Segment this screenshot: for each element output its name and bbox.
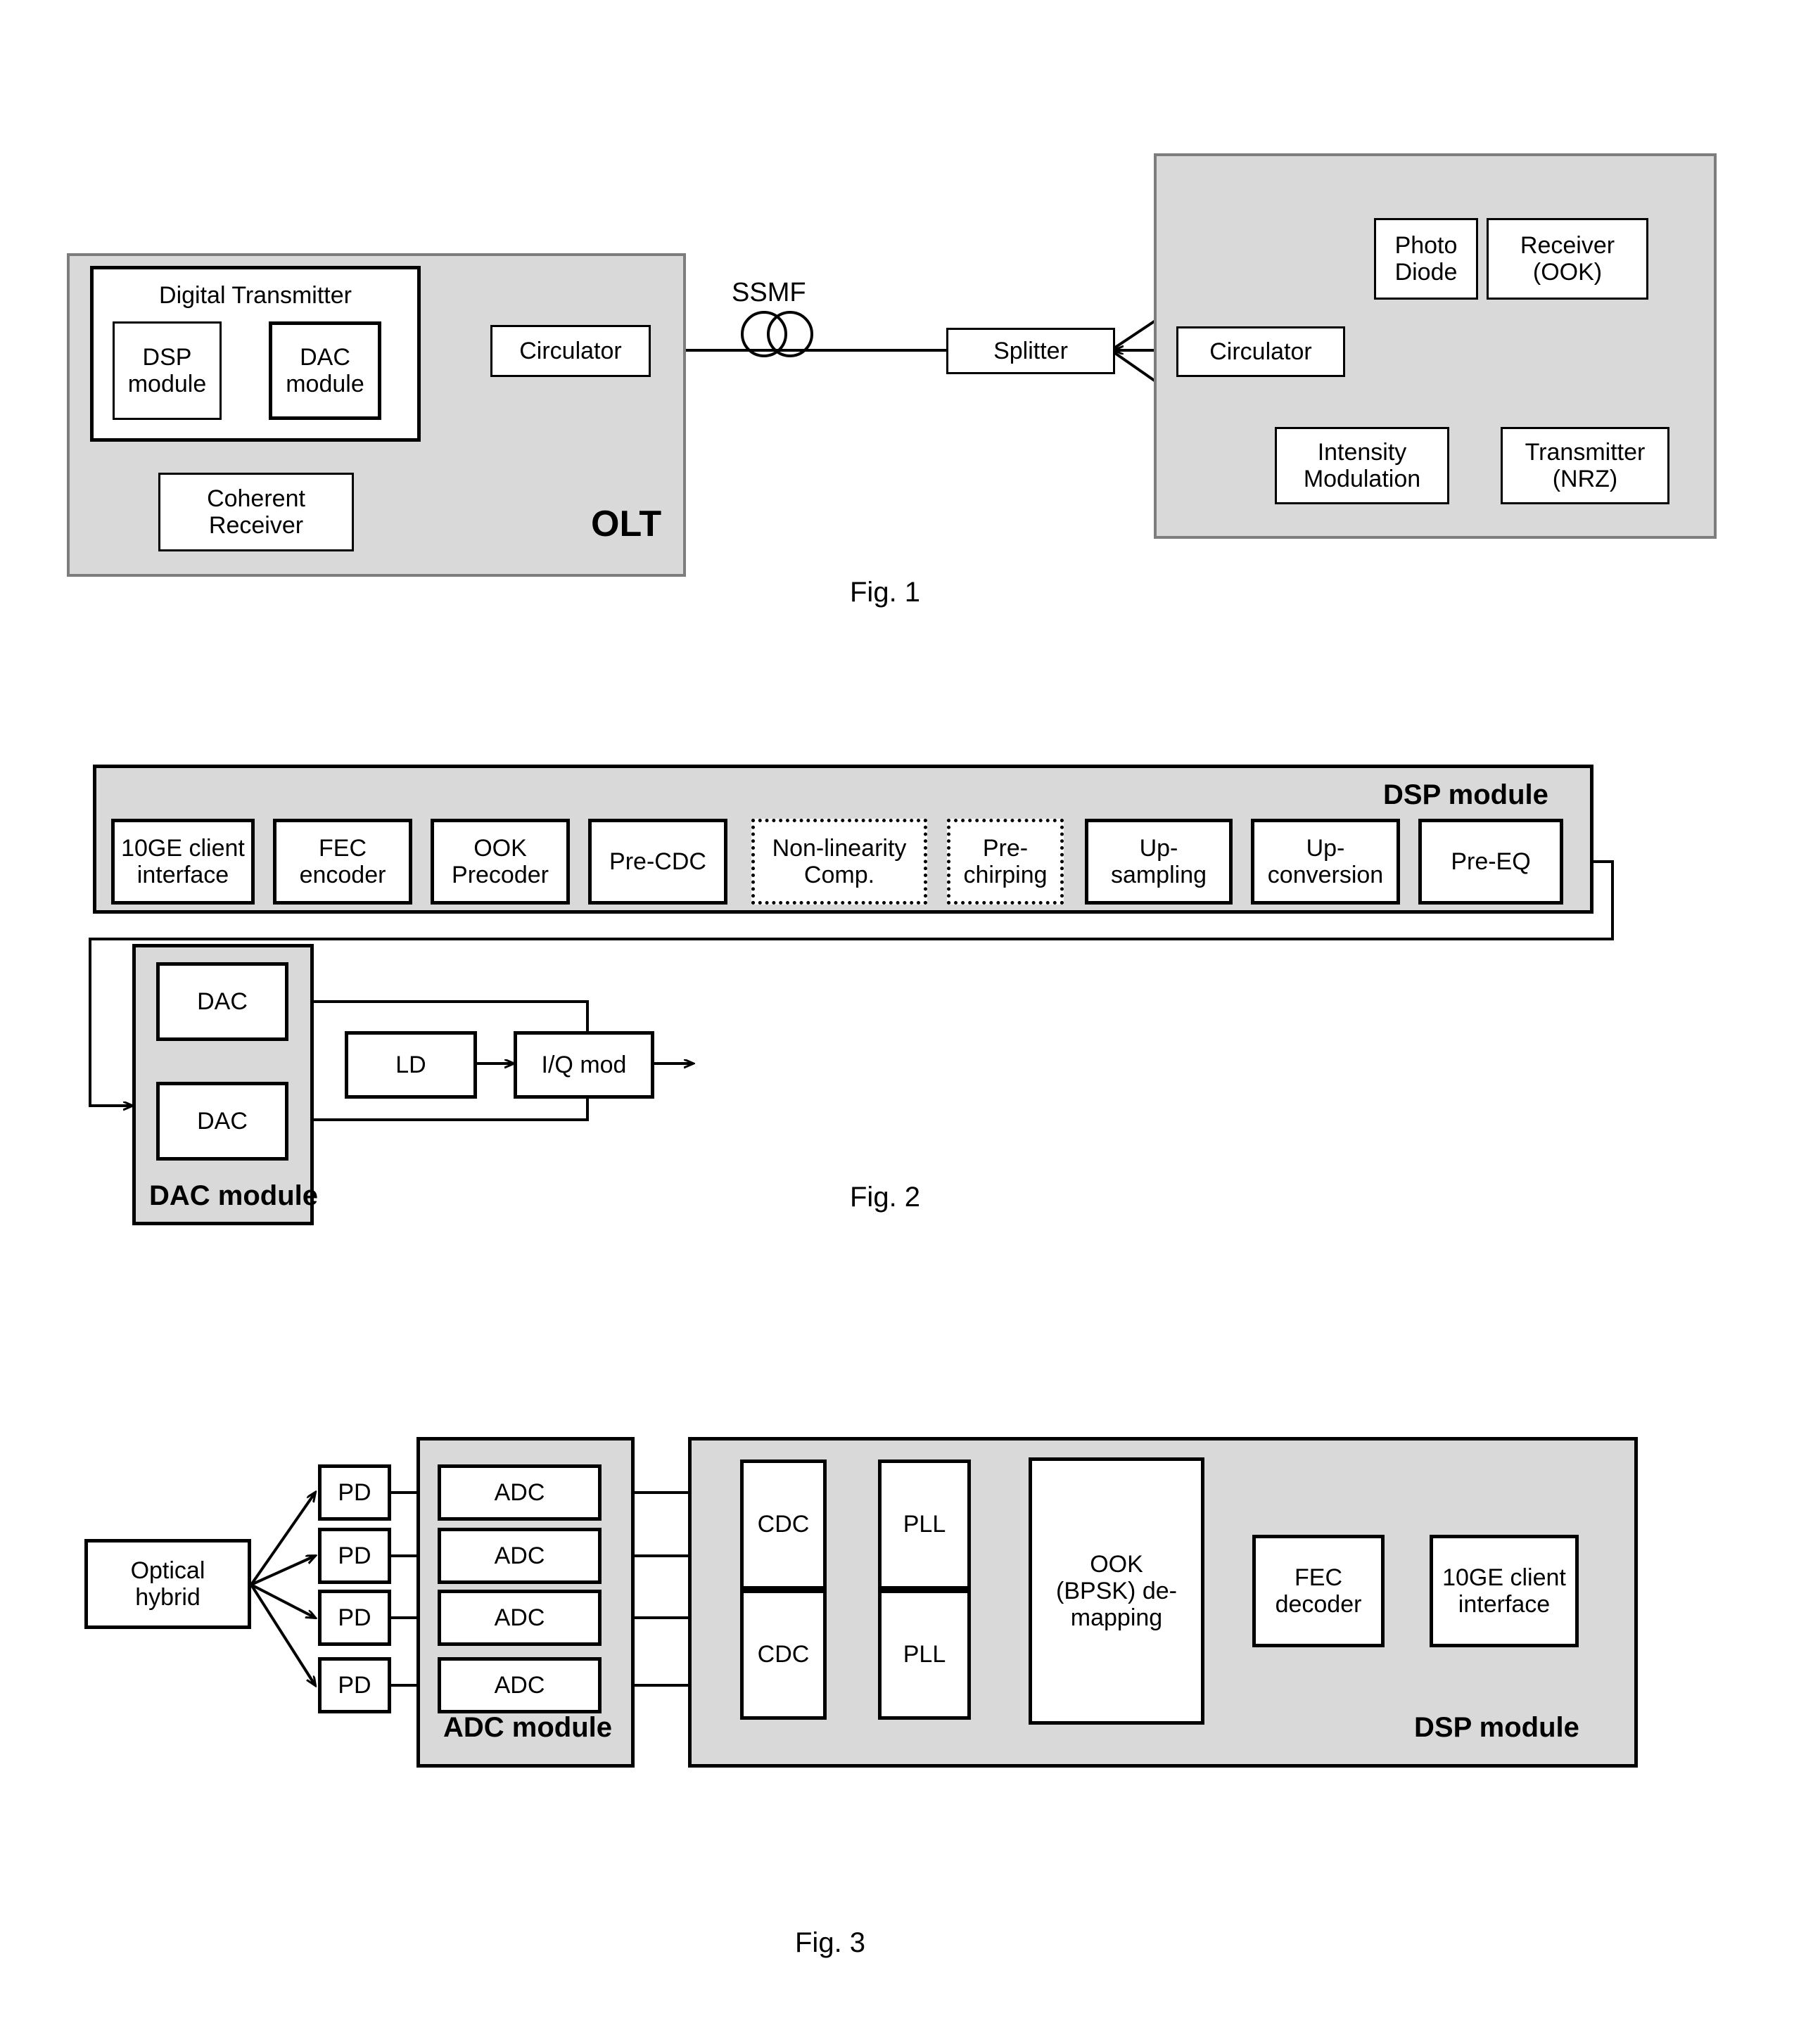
adc-box-1: ADC (438, 1464, 602, 1521)
photo-diode-line1: Photo (1394, 231, 1458, 259)
splitter-box: Splitter (946, 328, 1115, 374)
iq-mod-box: I/Q mod (514, 1031, 654, 1099)
photo-diode-box: Photo Diode (1374, 218, 1478, 300)
client-interface-box: 10GE client interface (1430, 1535, 1579, 1647)
chain-5-line1: Pre- (982, 834, 1029, 862)
client-interface-line2: interface (1458, 1591, 1551, 1618)
olt-label: OLT (591, 504, 662, 544)
chain-box-up-conversion: Up- conversion (1251, 819, 1400, 905)
coherent-receiver-line2: Receiver (208, 512, 304, 539)
chain-box-pre-eq: Pre-EQ (1418, 819, 1563, 905)
dac-module-box: DAC module (269, 321, 381, 420)
coherent-receiver-box: Coherent Receiver (158, 473, 354, 551)
demapping-line3: mapping (1070, 1604, 1163, 1632)
dsp-module-box: DSP module (113, 321, 222, 420)
chain-1-line2: encoder (299, 862, 386, 888)
pd-box-1: PD (318, 1464, 391, 1521)
chain-2-line1: OOK (473, 834, 527, 862)
chain-box-non-linearity-comp: Non-linearity Comp. (751, 819, 927, 905)
chain-box-up-sampling: Up- sampling (1085, 819, 1233, 905)
fig2-dsp-module-label: DSP module (1383, 779, 1548, 810)
receiver-ook-line2: (OOK) (1532, 259, 1603, 286)
dac-bottom-box: DAC (156, 1082, 288, 1161)
transmitter-nrz-line2: (NRZ) (1552, 466, 1618, 492)
fec-decoder-line2: decoder (1275, 1591, 1362, 1618)
chain-box-pre-chirping: Pre- chirping (947, 819, 1064, 905)
fig3-adc-module-label: ADC module (443, 1712, 612, 1743)
dac-top-box: DAC (156, 962, 288, 1041)
intensity-modulation-line2: Modulation (1303, 466, 1421, 492)
adc-box-4: ADC (438, 1657, 602, 1713)
ld-box: LD (345, 1031, 477, 1099)
pll-box-1: PLL (878, 1459, 971, 1590)
chain-0-line1: 10GE client (121, 834, 245, 862)
chain-box-ook-precoder: OOK Precoder (431, 819, 570, 905)
dac-module-line1: DAC (300, 343, 350, 371)
chain-6-line1: Up- (1139, 834, 1178, 862)
demapping-line1: OOK (1090, 1550, 1143, 1578)
chain-0-line2: interface (136, 862, 229, 888)
fig3-dsp-module-label: DSP module (1414, 1712, 1579, 1743)
chain-1-line1: FEC (319, 834, 367, 862)
receiver-ook-box: Receiver (OOK) (1487, 218, 1648, 300)
transmitter-nrz-line1: Transmitter (1525, 438, 1646, 466)
dsp-module-line2: module (127, 371, 207, 397)
fig2-dac-module-label: DAC module (149, 1180, 318, 1211)
digital-transmitter-title: Digital Transmitter (159, 282, 352, 309)
chain-7-line1: Up- (1306, 834, 1345, 862)
optical-hybrid-line2: hybrid (135, 1584, 201, 1611)
photo-diode-line2: Diode (1394, 259, 1458, 286)
chain-5-line2: chirping (963, 862, 1048, 888)
adc-box-2: ADC (438, 1528, 602, 1584)
coherent-receiver-line1: Coherent (207, 485, 305, 512)
chain-8-line1: Pre-EQ (1451, 848, 1531, 875)
chain-3-line1: Pre-CDC (609, 848, 706, 875)
ssmf-coil-loop-2 (767, 311, 813, 357)
figure-sheet: OLT Digital Transmitter DSP module DAC m… (0, 0, 1794, 2044)
pd-box-3: PD (318, 1590, 391, 1646)
chain-2-line2: Precoder (452, 862, 549, 888)
chain-box-10ge-client-interface: 10GE client interface (111, 819, 255, 905)
chain-box-fec-encoder: FEC encoder (273, 819, 412, 905)
chain-box-pre-cdc: Pre-CDC (588, 819, 727, 905)
ook-bpsk-demapping-box: OOK (BPSK) de- mapping (1029, 1457, 1204, 1725)
chain-4-line2: Comp. (803, 862, 875, 888)
client-interface-line1: 10GE client (1442, 1564, 1566, 1591)
demapping-line2: (BPSK) de- (1056, 1577, 1177, 1604)
pd-box-4: PD (318, 1657, 391, 1713)
cdc-box-1: CDC (740, 1459, 827, 1590)
onu-circulator-box: Circulator (1176, 326, 1345, 377)
pll-box-2: PLL (878, 1590, 971, 1720)
dac-module-line2: module (286, 371, 364, 397)
ssmf-label: SSMF (732, 278, 806, 307)
optical-hybrid-box: Optical hybrid (84, 1539, 251, 1629)
figure-3-caption: Fig. 3 (795, 1927, 866, 1958)
cdc-box-2: CDC (740, 1590, 827, 1720)
intensity-modulation-line1: Intensity (1317, 438, 1407, 466)
figure-1-caption: Fig. 1 (850, 577, 921, 608)
adc-box-3: ADC (438, 1590, 602, 1646)
optical-hybrid-line1: Optical (130, 1557, 205, 1584)
dsp-module-line1: DSP (142, 343, 192, 371)
pd-box-2: PD (318, 1528, 391, 1584)
transmitter-nrz-box: Transmitter (NRZ) (1501, 427, 1669, 504)
figure-2-caption: Fig. 2 (850, 1182, 921, 1213)
olt-circulator-box: Circulator (490, 325, 651, 377)
chain-7-line2: conversion (1267, 862, 1384, 888)
fec-decoder-line1: FEC (1294, 1564, 1342, 1591)
fec-decoder-box: FEC decoder (1252, 1535, 1385, 1647)
receiver-ook-line1: Receiver (1520, 231, 1615, 259)
intensity-modulation-box: Intensity Modulation (1275, 427, 1449, 504)
chain-4-line1: Non-linearity (772, 834, 907, 862)
chain-6-line2: sampling (1110, 862, 1207, 888)
